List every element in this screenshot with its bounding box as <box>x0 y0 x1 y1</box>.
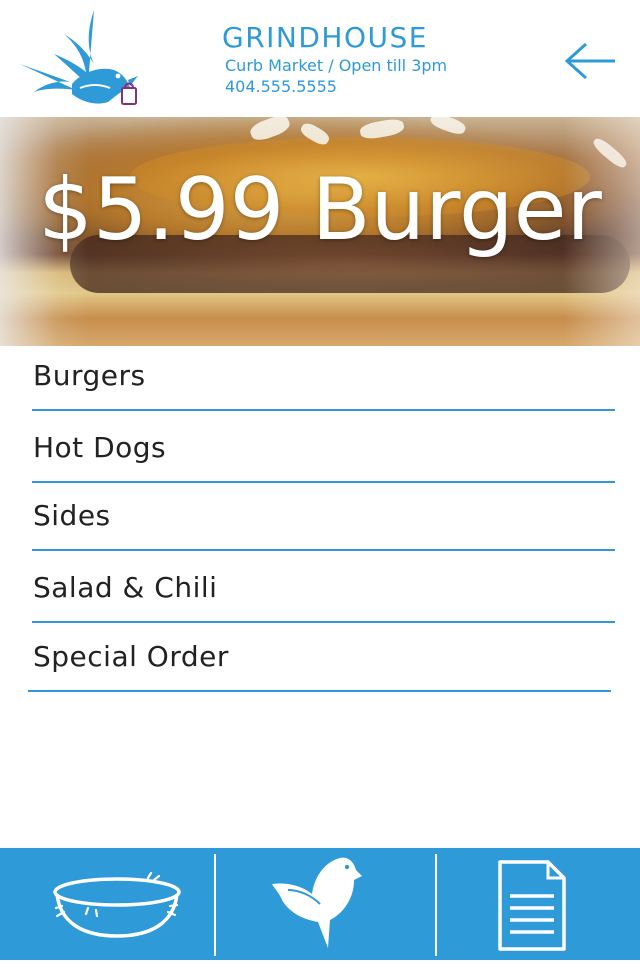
phone-number[interactable]: 404.555.5555 <box>225 77 337 97</box>
brand-name: GRINDHOUSE <box>222 21 428 54</box>
swallow-logo-icon <box>20 10 138 105</box>
menu-item-special-order[interactable]: Special Order <box>28 623 611 692</box>
tab-menu[interactable] <box>0 848 214 960</box>
menu-item-hot-dogs[interactable]: Hot Dogs <box>32 411 615 483</box>
app-header: GRINDHOUSE Curb Market / Open till 3pm 4… <box>0 0 640 117</box>
menu-item-label: Sides <box>33 499 111 532</box>
bowl-icon <box>53 871 181 938</box>
menu-item-sides[interactable]: Sides <box>32 483 615 551</box>
tab-home[interactable] <box>216 848 435 960</box>
hero-banner[interactable]: $5.99 Burger <box>0 117 640 346</box>
menu-item-label: Burgers <box>33 359 146 392</box>
menu-item-label: Hot Dogs <box>33 431 167 464</box>
arrow-left-icon[interactable] <box>562 40 618 82</box>
menu-item-salad-chili[interactable]: Salad & Chili <box>32 551 615 623</box>
tab-document[interactable] <box>437 848 640 960</box>
menu-item-label: Salad & Chili <box>33 571 218 604</box>
bottom-tab-bar <box>0 848 640 960</box>
location-hours: Curb Market / Open till 3pm <box>225 56 448 75</box>
menu-item-label: Special Order <box>33 640 229 673</box>
menu-item-burgers[interactable]: Burgers <box>32 346 615 411</box>
hero-title: $5.99 Burger <box>38 160 602 260</box>
document-icon <box>498 860 566 951</box>
bird-icon <box>272 857 362 948</box>
